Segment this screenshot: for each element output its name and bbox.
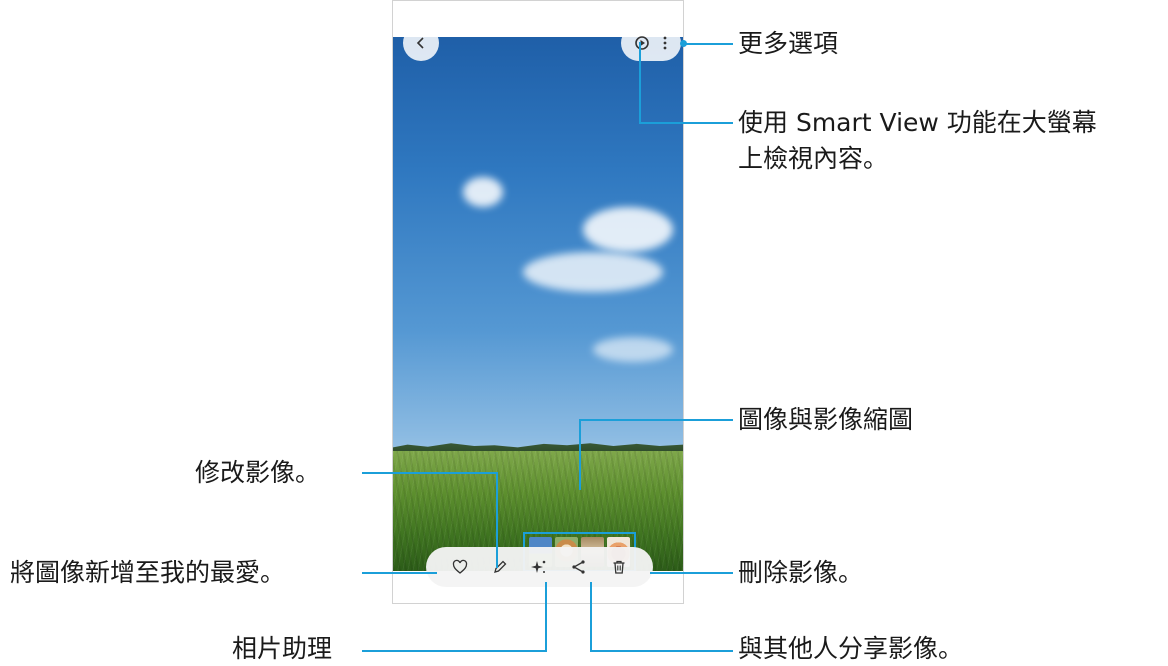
callout-dot xyxy=(680,40,687,47)
callout-line-delete xyxy=(650,572,733,574)
callout-line-assistant xyxy=(545,582,547,652)
heart-icon xyxy=(452,559,468,574)
smart-view-button[interactable] xyxy=(634,35,650,51)
more-options-button[interactable] xyxy=(662,35,668,51)
photo-assistant-button[interactable] xyxy=(531,559,547,575)
callout-line-thumbs xyxy=(579,419,581,490)
callout-line-assistant xyxy=(362,650,547,652)
pencil-icon xyxy=(493,560,507,573)
top-action-pill xyxy=(621,25,681,61)
cloud xyxy=(523,252,663,292)
label-more-options: 更多選項 xyxy=(738,29,839,58)
bottom-toolbar xyxy=(426,547,653,587)
callout-line-more xyxy=(683,43,733,45)
cloud xyxy=(593,337,673,362)
callout-line-smartview xyxy=(640,122,733,124)
callout-line-favorite xyxy=(362,572,437,574)
callout-line-share xyxy=(590,582,592,652)
label-delete: 刪除影像。 xyxy=(738,558,864,587)
favorite-button[interactable] xyxy=(452,559,468,575)
chevron-left-icon xyxy=(416,37,424,49)
share-button[interactable] xyxy=(571,559,587,575)
cloud xyxy=(463,177,503,207)
share-icon xyxy=(572,560,585,574)
label-thumbnails: 圖像與影像縮圖 xyxy=(738,405,914,434)
delete-button[interactable] xyxy=(611,559,627,575)
cloud xyxy=(583,207,673,252)
label-assistant: 相片助理 xyxy=(232,634,333,663)
callout-line-edit xyxy=(496,472,498,568)
smart-view-icon xyxy=(634,36,649,50)
more-options-icon xyxy=(663,36,667,50)
callout-line-share xyxy=(590,650,733,652)
callout-line-smartview xyxy=(639,42,641,124)
sparkle-icon xyxy=(531,560,546,573)
callout-line-edit xyxy=(362,472,497,474)
label-share: 與其他人分享影像。 xyxy=(738,634,964,663)
label-smart-view-1: 使用 Smart View 功能在大螢幕 xyxy=(738,108,1097,137)
label-favorite: 將圖像新增至我的最愛。 xyxy=(10,558,286,587)
trash-icon xyxy=(613,560,625,574)
callout-line-thumbs xyxy=(580,419,733,421)
label-edit: 修改影像。 xyxy=(195,458,321,487)
edit-button[interactable] xyxy=(492,559,508,575)
label-smart-view-2: 上檢視內容。 xyxy=(738,144,889,173)
back-button[interactable] xyxy=(403,25,439,61)
